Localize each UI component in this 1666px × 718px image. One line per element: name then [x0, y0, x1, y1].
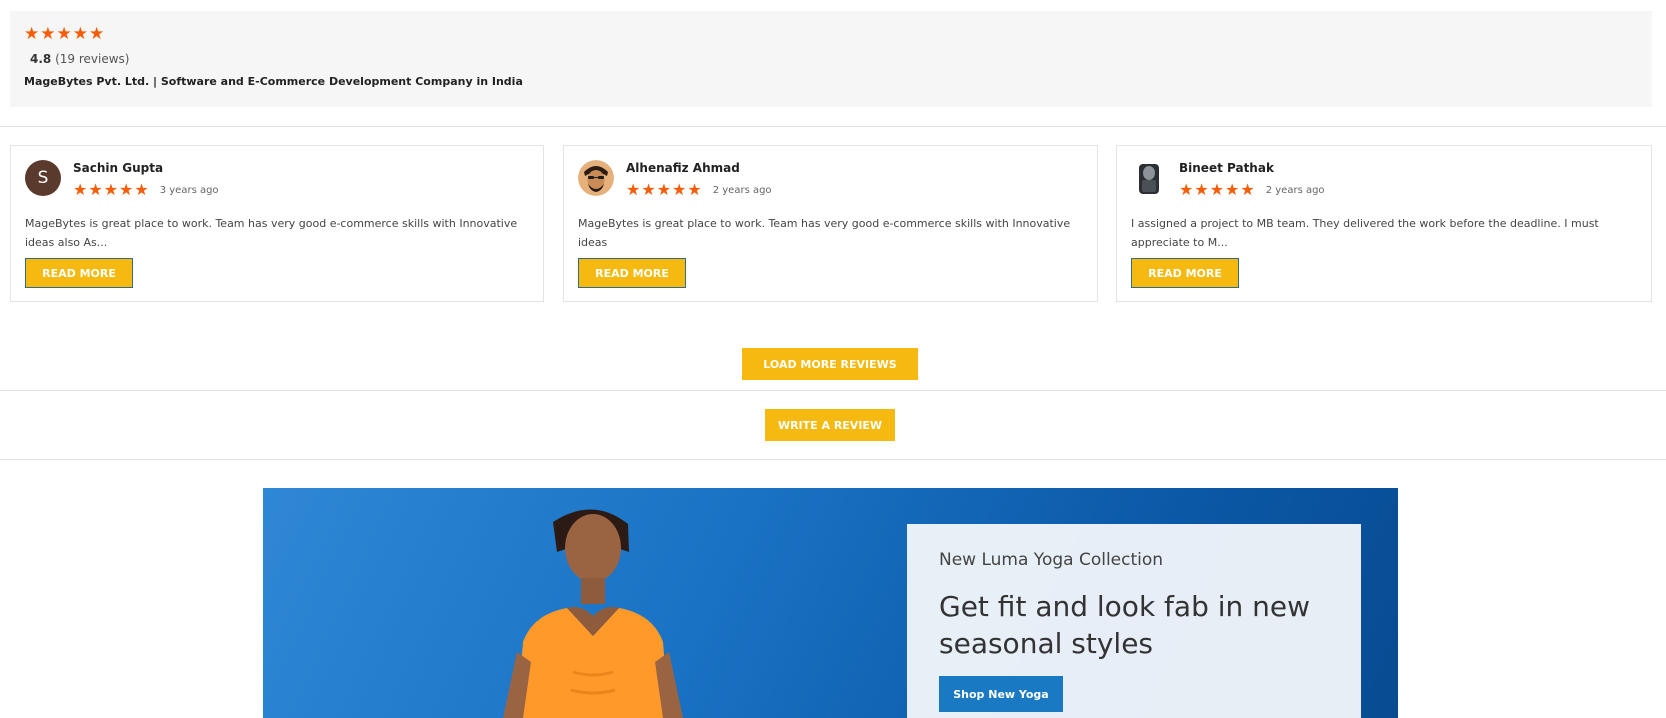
summary-star-rating: ★★★★★: [24, 24, 106, 44]
avatar: [1131, 160, 1167, 196]
load-more-reviews-button[interactable]: LOAD MORE REVIEWS: [742, 348, 918, 380]
person-photo-icon: [578, 160, 614, 196]
read-more-button[interactable]: READ MORE: [1131, 258, 1239, 288]
avatar: S: [25, 160, 61, 196]
yoga-promo-banner: New Luma Yoga Collection Get fit and loo…: [263, 488, 1398, 718]
reviewer-name: Alhenafiz Ahmad: [626, 161, 740, 175]
promo-box: New Luma Yoga Collection Get fit and loo…: [907, 524, 1361, 718]
rating-summary: ★★★★★ 4.8 (19 reviews) MageBytes Pvt. Lt…: [10, 11, 1652, 107]
review-rating: ★★★★★ 2 years ago: [1179, 182, 1325, 198]
rating-line: 4.8 (19 reviews): [30, 52, 1638, 66]
read-more-button[interactable]: READ MORE: [578, 258, 686, 288]
review-text: MageBytes is great place to work. Team h…: [25, 217, 518, 249]
yoga-model-image: [503, 509, 683, 718]
review-card-sachin-gupta: S Sachin Gupta ★★★★★ 3 years ago MageByt…: [10, 145, 544, 302]
person-photo-icon: [1131, 160, 1167, 196]
read-more-button[interactable]: READ MORE: [25, 258, 133, 288]
star-rating-icon: ★★★★★: [73, 180, 150, 199]
review-time: 2 years ago: [1265, 184, 1325, 196]
review-time: 3 years ago: [159, 184, 219, 196]
company-name: MageBytes Pvt. Ltd. | Software and E-Com…: [24, 75, 523, 88]
review-card-bineet-pathak: Bineet Pathak ★★★★★ 2 years ago I assign…: [1116, 145, 1652, 302]
divider: [0, 459, 1666, 460]
average-rating: 4.8: [30, 52, 52, 66]
review-card-alhenafiz-ahmad: Alhenafiz Ahmad ★★★★★ 2 years ago MageBy…: [563, 145, 1098, 302]
review-text: I assigned a project to MB team. They de…: [1131, 217, 1599, 249]
star-rating-icon: ★★★★★: [626, 180, 703, 199]
star-rating-icon: ★★★★★: [1179, 180, 1256, 199]
review-text: MageBytes is great place to work. Team h…: [578, 217, 1071, 249]
reviewer-name: Sachin Gupta: [73, 161, 164, 175]
divider: [0, 126, 1666, 127]
review-rating: ★★★★★ 2 years ago: [626, 182, 772, 198]
reviewer-name: Bineet Pathak: [1179, 161, 1274, 175]
review-count: (19 reviews): [55, 52, 130, 66]
review-rating: ★★★★★ 3 years ago: [73, 182, 219, 198]
shop-new-yoga-button[interactable]: Shop New Yoga: [939, 676, 1063, 712]
avatar: [578, 160, 614, 196]
review-time: 2 years ago: [712, 184, 772, 196]
divider: [0, 390, 1666, 391]
promo-subtitle: New Luma Yoga Collection: [939, 550, 1164, 570]
write-a-review-button[interactable]: WRITE A REVIEW: [765, 409, 895, 441]
promo-title: Get fit and look fab in new seasonal sty…: [939, 590, 1311, 660]
